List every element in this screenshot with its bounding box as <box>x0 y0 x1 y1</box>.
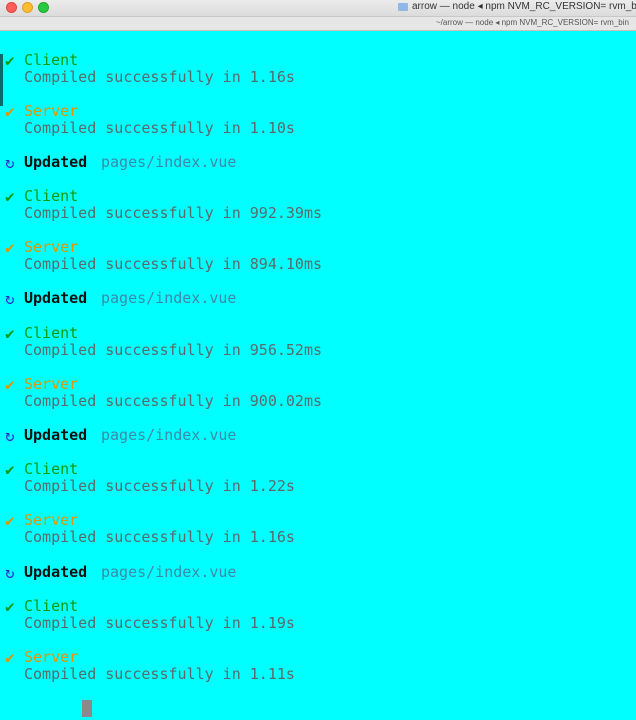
check-icon: ✔ <box>5 324 15 343</box>
build-label: Client <box>24 460 79 478</box>
build-label: Server <box>24 102 79 120</box>
refresh-icon: ↻ <box>5 426 15 445</box>
check-icon: ✔ <box>5 648 15 667</box>
refresh-icon: ↻ <box>5 289 15 308</box>
update-label: Updated <box>24 289 88 307</box>
refresh-icon: ↻ <box>5 563 15 582</box>
check-icon: ✔ <box>5 102 15 121</box>
update-label: Updated <box>24 563 88 581</box>
check-icon: ✔ <box>5 511 15 530</box>
close-button[interactable] <box>6 2 17 13</box>
mark-indicator <box>0 54 3 106</box>
zoom-button[interactable] <box>38 2 49 13</box>
build-message: Compiled successfully in 900.02ms <box>24 392 323 410</box>
check-icon: ✔ <box>5 51 15 70</box>
update-path: pages/index.vue <box>101 153 237 171</box>
build-message: Compiled successfully in 1.19s <box>24 614 295 632</box>
build-message: Compiled successfully in 1.16s <box>24 528 295 546</box>
window-title: arrow — node ◂ npm NVM_RC_VERSION= rvm_b… <box>412 1 636 12</box>
update-label: Updated <box>24 153 88 171</box>
text-cursor <box>82 700 92 717</box>
refresh-icon: ↻ <box>5 153 15 172</box>
terminal-output[interactable]: ✔ Client Compiled successfully in 1.16s … <box>0 31 636 720</box>
build-label: Server <box>24 511 79 529</box>
check-icon: ✔ <box>5 460 15 479</box>
title-bar[interactable]: arrow — node ◂ npm NVM_RC_VERSION= rvm_b… <box>0 0 636 17</box>
build-message: Compiled successfully in 1.11s <box>24 665 295 683</box>
minimize-button[interactable] <box>22 2 33 13</box>
check-icon: ✔ <box>5 238 15 257</box>
build-label: Client <box>24 597 79 615</box>
build-label: Client <box>24 324 79 342</box>
folder-icon <box>398 3 408 11</box>
build-message: Compiled successfully in 1.16s <box>24 68 295 86</box>
build-label: Client <box>24 51 79 69</box>
update-path: pages/index.vue <box>101 426 237 444</box>
build-label: Server <box>24 375 79 393</box>
check-icon: ✔ <box>5 187 15 206</box>
check-icon: ✔ <box>5 375 15 394</box>
build-label: Server <box>24 238 79 256</box>
build-label: Client <box>24 187 79 205</box>
build-message: Compiled successfully in 956.52ms <box>24 341 323 359</box>
build-message: Compiled successfully in 894.10ms <box>24 255 323 273</box>
tab-title[interactable]: ~/arrow — node ◂ npm NVM_RC_VERSION= rvm… <box>436 18 629 27</box>
build-message: Compiled successfully in 992.39ms <box>24 204 323 222</box>
build-message: Compiled successfully in 1.22s <box>24 477 295 495</box>
check-icon: ✔ <box>5 597 15 616</box>
terminal-window: arrow — node ◂ npm NVM_RC_VERSION= rvm_b… <box>0 0 636 720</box>
tab-bar[interactable]: ~/arrow — node ◂ npm NVM_RC_VERSION= rvm… <box>0 17 636 31</box>
build-message: Compiled successfully in 1.10s <box>24 119 295 137</box>
build-label: Server <box>24 648 79 666</box>
update-path: pages/index.vue <box>101 563 237 581</box>
update-label: Updated <box>24 426 88 444</box>
update-path: pages/index.vue <box>101 289 237 307</box>
